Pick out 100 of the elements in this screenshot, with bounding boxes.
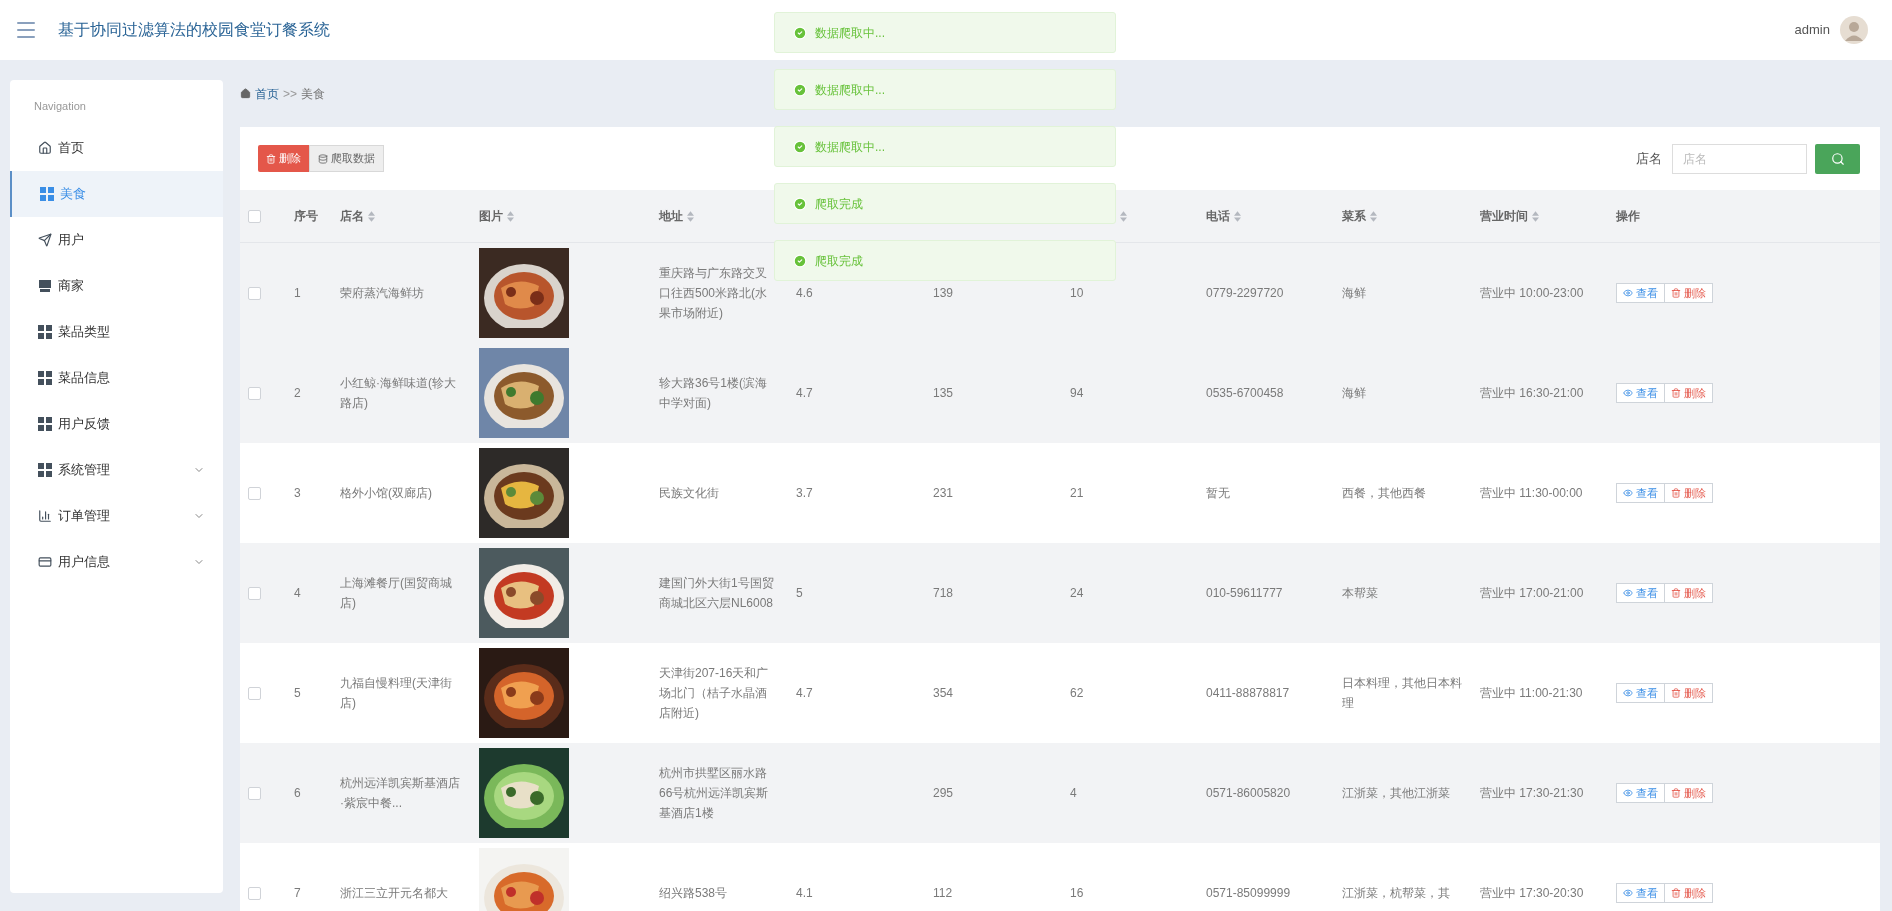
crawl-button[interactable]: 爬取数据 <box>309 145 384 172</box>
grid-icon <box>40 186 54 201</box>
table-cell: 3 <box>294 486 301 500</box>
table-cell: 日本料理，其他日本料理 <box>1342 676 1462 710</box>
table-cell: 4 <box>1070 786 1077 800</box>
table-cell: 江浙菜，其他江浙菜 <box>1342 786 1450 800</box>
trash-icon <box>1671 688 1681 698</box>
eye-icon <box>1623 488 1633 498</box>
trash-icon <box>1671 888 1681 898</box>
sort-icon[interactable] <box>507 210 514 222</box>
table-cell: 16 <box>1070 886 1084 900</box>
table-cell: 1 <box>294 286 301 300</box>
toast-text: 数据爬取中... <box>815 24 885 42</box>
avatar[interactable] <box>1840 16 1868 44</box>
checkbox[interactable] <box>248 686 261 700</box>
breadcrumb-link[interactable]: 首页 <box>255 84 279 103</box>
sort-icon[interactable] <box>1234 210 1241 222</box>
view-button[interactable]: 查看 <box>1616 683 1665 703</box>
nav-item[interactable]: 用户信息 <box>10 538 223 585</box>
nav-item[interactable]: 菜品类型 <box>10 308 223 355</box>
delete-row-button[interactable]: 删除 <box>1665 583 1713 603</box>
grid-icon <box>38 324 52 339</box>
check-circle-icon <box>793 253 807 268</box>
table-row[interactable]: 2 小红鲸·海鲜味道(轸大路店) 轸大路36号1楼(滨海中学对面) 4.7 135 94 0535-6700458 海鲜 营业中 16:30-21:00 查看 删除 <box>240 343 1880 443</box>
table-cell: 135 <box>933 386 954 400</box>
sort-icon[interactable] <box>1120 210 1127 222</box>
table-cell: 荣府蒸汽海鲜坊 <box>340 286 424 300</box>
nav-item[interactable]: 用户 <box>10 216 223 263</box>
table-cell: 西餐，其他西餐 <box>1342 486 1426 500</box>
checkbox[interactable] <box>248 286 261 300</box>
view-button[interactable]: 查看 <box>1616 783 1665 803</box>
table-cell: 139 <box>933 286 954 300</box>
nav-label: 美食 <box>60 184 86 203</box>
column-header: 营业时间 <box>1480 208 1528 225</box>
table-cell: 杭州市拱墅区丽水路66号杭州远洋凯宾斯基酒店1楼 <box>659 766 769 820</box>
checkbox[interactable] <box>248 486 261 500</box>
nav-label: 用户 <box>58 230 84 249</box>
table-cell: 718 <box>933 586 954 600</box>
bar-chart-icon <box>38 508 52 523</box>
toast-text: 数据爬取中... <box>815 138 885 156</box>
table-cell: 0779-2297720 <box>1206 286 1284 300</box>
table-cell: 21 <box>1070 486 1084 500</box>
column-header: 序号 <box>294 208 318 225</box>
delete-row-button[interactable]: 删除 <box>1665 483 1713 503</box>
app-title: 基于协同过滤算法的校园食堂订餐系统 <box>58 20 330 40</box>
nav-item[interactable]: 美食 <box>10 170 223 217</box>
view-button[interactable]: 查看 <box>1616 283 1665 303</box>
delete-row-button[interactable]: 删除 <box>1665 883 1713 903</box>
search-label: 店名 <box>1636 149 1662 168</box>
search-field[interactable]: 店名 <box>1672 143 1807 174</box>
sort-icon[interactable] <box>687 210 694 222</box>
table-cell: 5 <box>294 686 301 700</box>
home-icon <box>38 140 52 155</box>
table-cell: 天津街207-16天和广场北门（桔子水晶酒店附近) <box>659 666 769 720</box>
table-cell: 本帮菜 <box>1342 586 1378 600</box>
checkbox[interactable] <box>248 386 261 400</box>
checkbox[interactable] <box>248 886 261 900</box>
grid-icon <box>38 416 52 431</box>
column-header: 店名 <box>340 208 364 225</box>
table-cell: 354 <box>933 686 954 700</box>
view-button[interactable]: 查看 <box>1616 483 1665 503</box>
delete-row-button[interactable]: 删除 <box>1665 383 1713 403</box>
nav-item[interactable]: 系统管理 <box>10 446 223 493</box>
delete-row-button[interactable]: 删除 <box>1665 283 1713 303</box>
eye-icon <box>1623 388 1633 398</box>
sort-icon[interactable] <box>368 210 375 222</box>
checkbox[interactable] <box>248 209 261 223</box>
view-button[interactable]: 查看 <box>1616 883 1665 903</box>
delete-button[interactable]: 删除 <box>258 145 309 172</box>
checkbox[interactable] <box>248 786 261 800</box>
table-row[interactable]: 4 上海滩餐厅(国贸商城店) 建国门外大街1号国贸商城北区六层NL6008 5 718 24 010-59611777 本帮菜 营业中 17:00-21:00 查看 删除 <box>240 543 1880 643</box>
toast-text: 爬取完成 <box>815 195 863 213</box>
table-cell: 营业中 10:00-23:00 <box>1480 286 1584 300</box>
eye-icon <box>1623 588 1633 598</box>
delete-row-button[interactable]: 删除 <box>1665 683 1713 703</box>
table-cell: 绍兴路538号 <box>659 886 728 900</box>
table-cell: 94 <box>1070 386 1084 400</box>
table-cell: 民族文化街 <box>659 486 719 500</box>
check-circle-icon <box>793 82 807 97</box>
nav-item[interactable]: 订单管理 <box>10 492 223 539</box>
nav-item[interactable]: 用户反馈 <box>10 400 223 447</box>
nav-item[interactable]: 菜品信息 <box>10 354 223 401</box>
nav-item[interactable]: 首页 <box>10 124 223 171</box>
search-button[interactable] <box>1815 143 1860 174</box>
table-cell: 0411-88878817 <box>1206 686 1290 700</box>
nav-item[interactable]: 商家 <box>10 262 223 309</box>
view-button[interactable]: 查看 <box>1616 583 1665 603</box>
sort-icon[interactable] <box>1370 210 1377 222</box>
trash-icon <box>1671 788 1681 798</box>
table-cell: 62 <box>1070 686 1084 700</box>
nav-label: 用户反馈 <box>58 414 110 433</box>
table-cell: 营业中 11:00-21:30 <box>1480 686 1583 700</box>
checkbox[interactable] <box>248 586 261 600</box>
view-button[interactable]: 查看 <box>1616 383 1665 403</box>
username: admin <box>1794 21 1830 40</box>
column-header: 图片 <box>479 208 503 225</box>
table-row[interactable]: 6 杭州远洋凯宾斯基酒店·紫宸中餐... 杭州市拱墅区丽水路66号杭州远洋凯宾斯基酒店1楼 295 4 0571-86005820 江浙菜，其他江浙菜 营业中 17:30-21:30 查看 删除 <box>240 743 1880 843</box>
sort-icon[interactable] <box>1532 210 1539 222</box>
delete-row-button[interactable]: 删除 <box>1665 783 1713 803</box>
table-cell: 112 <box>933 886 953 900</box>
